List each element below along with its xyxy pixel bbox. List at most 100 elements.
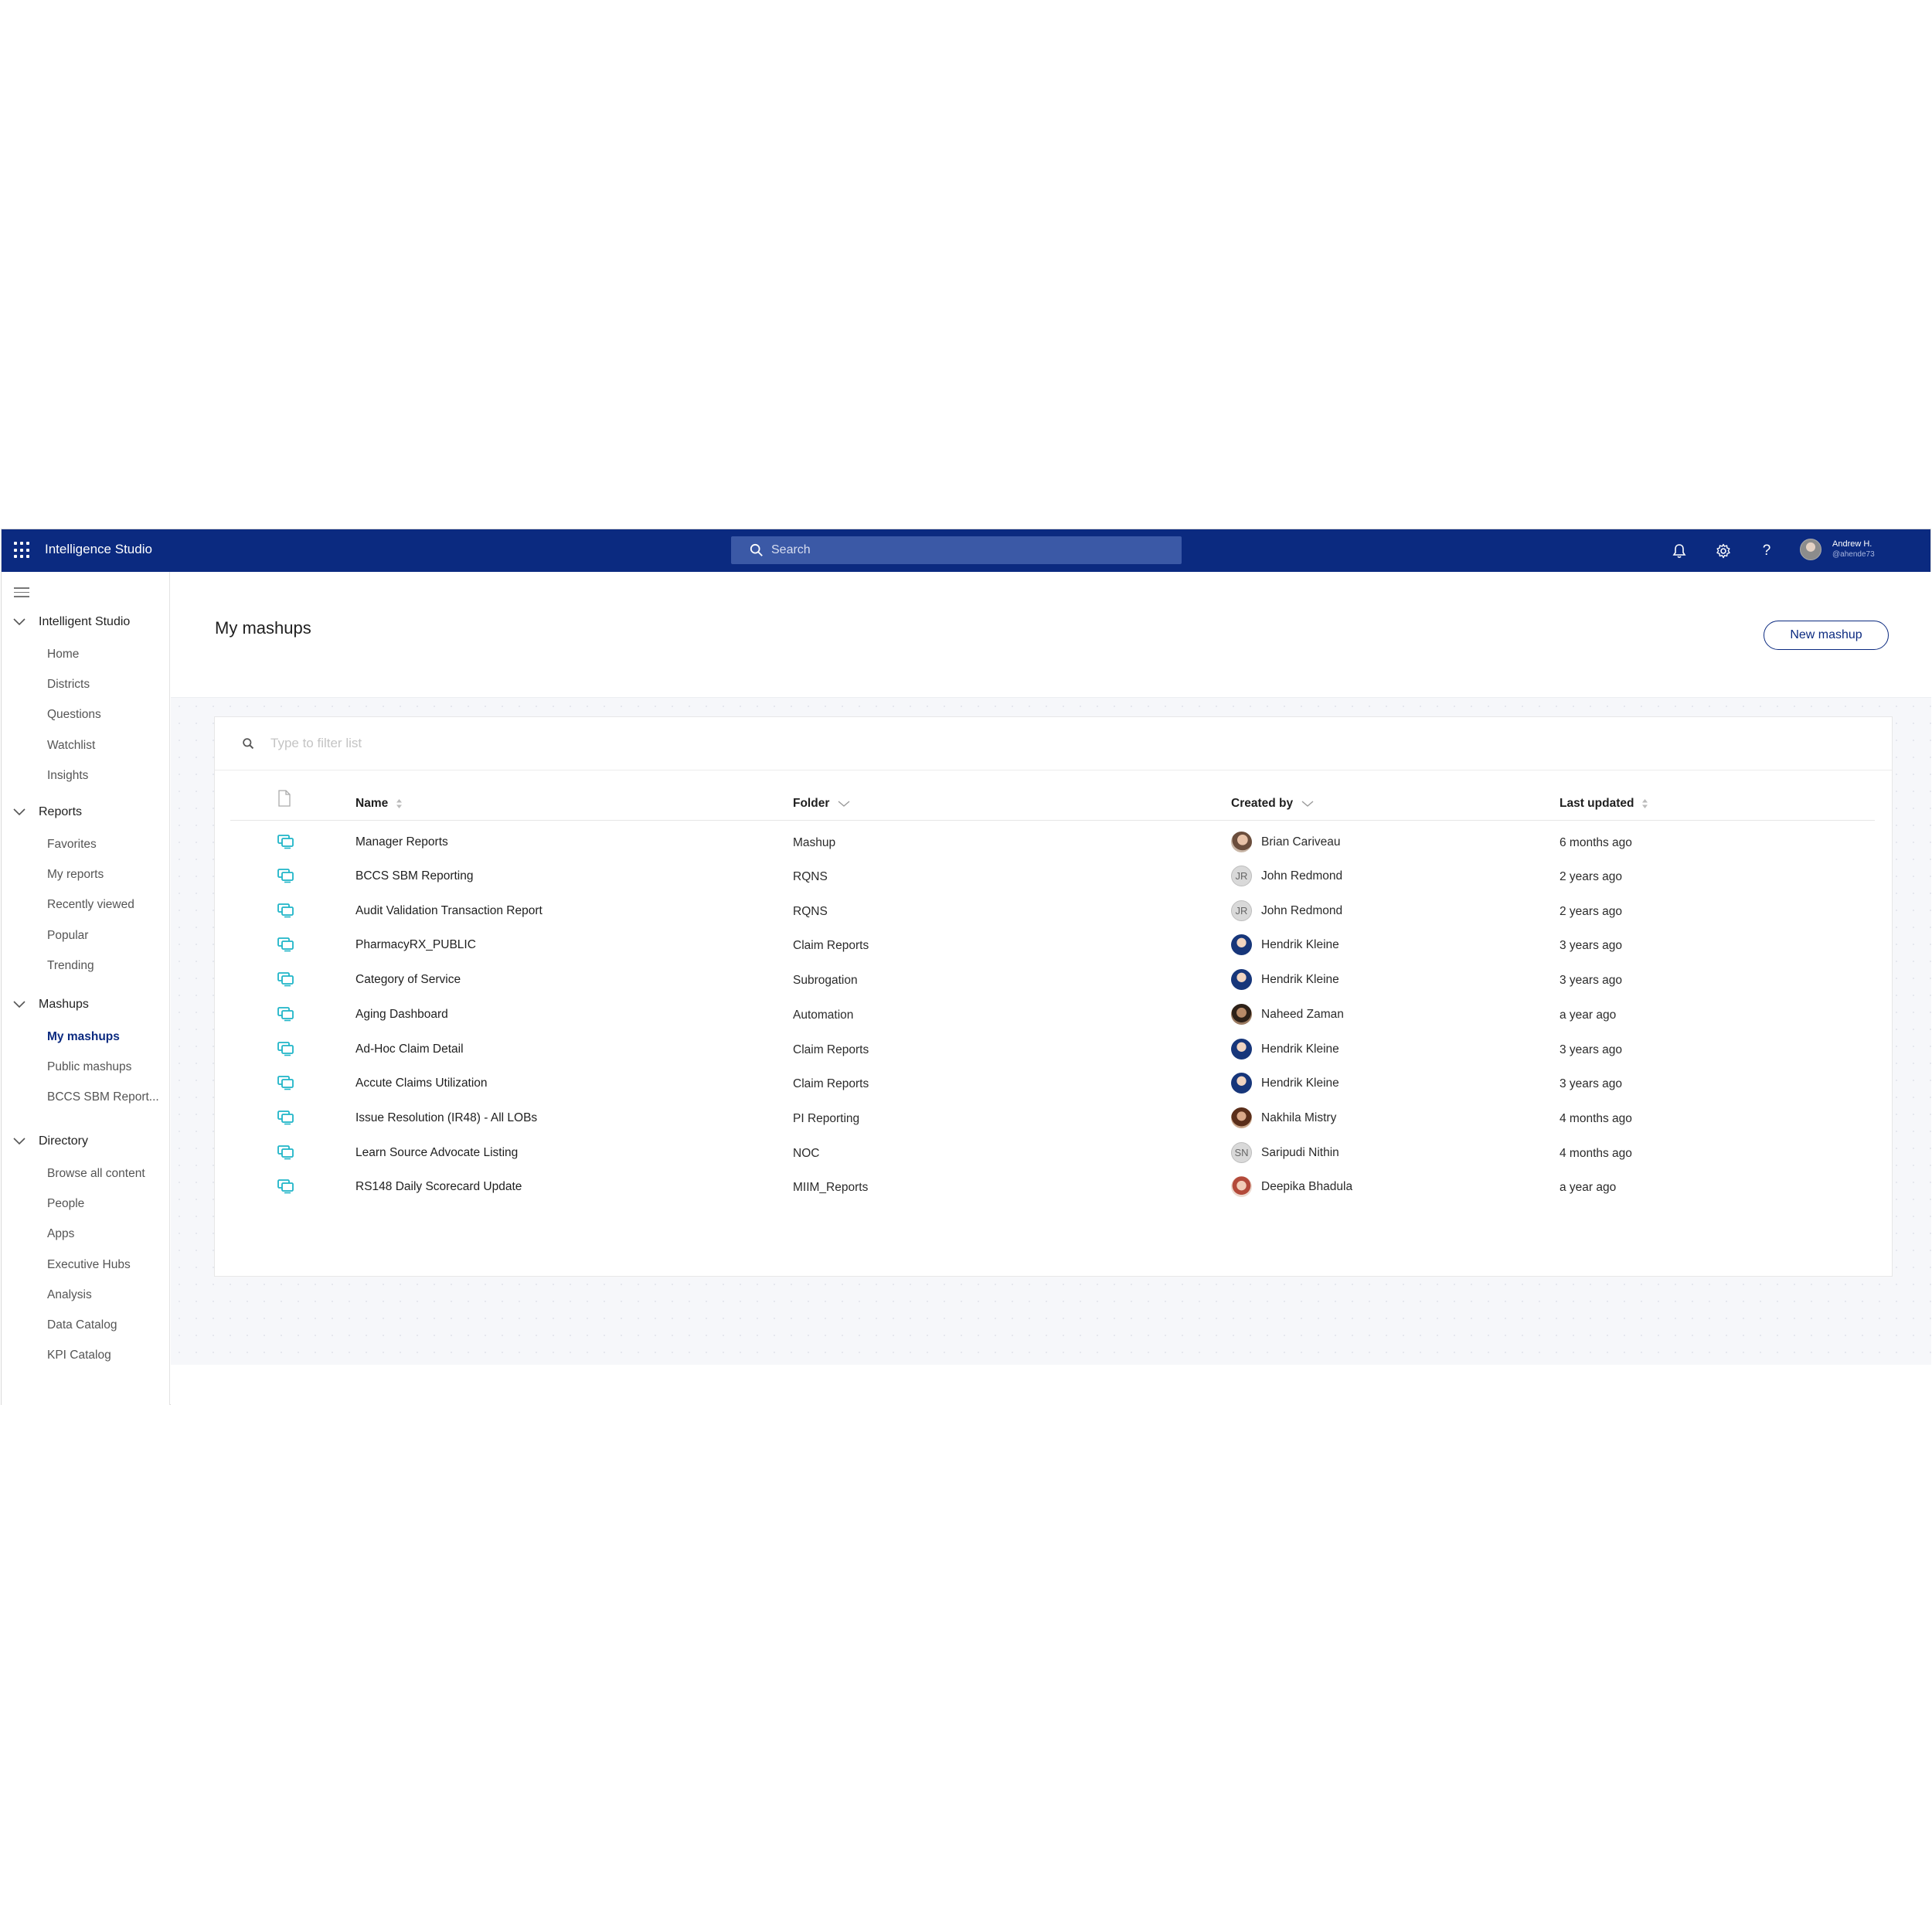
sidebar-item-insights[interactable]: Insights [47,769,88,783]
table-row[interactable]: Aging Dashboard Automation Naheed Zaman a y… [230,998,1875,1032]
table-row[interactable]: RS148 Daily Scorecard Update MIIM_Reports… [230,1170,1875,1204]
filter-input[interactable] [270,736,966,751]
row-name[interactable]: Category of Service [355,973,461,987]
table-row[interactable]: Accute Claims Utilization Claim Reports He… [230,1066,1875,1100]
row-name[interactable]: RS148 Daily Scorecard Update [355,1180,522,1194]
row-folder: Claim Reports [793,1077,869,1090]
creator-name: Hendrik Kleine [1261,1076,1339,1090]
avatar: JR [1231,866,1252,886]
sidebar-item-browse-all-content[interactable]: Browse all content [47,1167,145,1181]
column-header-created-by[interactable]: Created by [1231,797,1315,811]
table-row[interactable]: Ad-Hoc Claim Detail Claim Reports Hendrik … [230,1032,1875,1066]
sidebar-section-reports[interactable]: Reports [12,805,82,819]
row-created-by: Hendrik Kleine [1231,934,1339,955]
avatar [1231,934,1252,955]
sidebar-item-executive-hubs[interactable]: Executive Hubs [47,1258,131,1272]
document-icon [278,790,291,807]
sidebar-item-public-mashups[interactable]: Public mashups [47,1060,131,1074]
column-header-label: Name [355,797,389,810]
mashup-icon [277,835,294,849]
sidebar-item-favorites[interactable]: Favorites [47,838,97,852]
row-name[interactable]: Manager Reports [355,835,448,849]
table-header: Name Folder Created by Last updated [230,788,1875,821]
sidebar-item-people[interactable]: People [47,1197,84,1211]
sort-icon [1642,799,1648,808]
sort-icon [396,799,403,808]
sidebar-item-popular[interactable]: Popular [47,929,88,943]
table-row[interactable]: BCCS SBM Reporting RQNS JR John Redmond 2 ye… [230,859,1875,893]
table-row[interactable]: Category of Service Subrogation Hendrik Kl… [230,963,1875,997]
sidebar-item-analysis[interactable]: Analysis [47,1288,92,1302]
row-created-by: Naheed Zaman [1231,1004,1344,1025]
row-created-by: JR John Redmond [1231,900,1342,921]
sidebar-item-home[interactable]: Home [47,648,79,662]
bell-icon[interactable] [1671,543,1688,560]
sidebar-item-my-mashups[interactable]: My mashups [47,1030,120,1044]
sidebar-item-bccs-sbm-report[interactable]: BCCS SBM Report... [47,1090,159,1104]
row-last-updated: 3 years ago [1560,939,1622,952]
table-row[interactable]: Learn Source Advocate Listing NOC SN Saripu… [230,1136,1875,1170]
avatar [1231,1073,1252,1094]
row-name[interactable]: Aging Dashboard [355,1008,448,1022]
main-content: My mashups New mashup Name Folder [171,572,1931,1405]
table-row[interactable]: Audit Validation Transaction Report RQNS J… [230,894,1875,928]
sidebar-item-kpi-catalog[interactable]: KPI Catalog [47,1349,111,1362]
chevron-down-icon [13,1001,26,1009]
chevron-down-icon [838,801,850,807]
sidebar-item-my-reports[interactable]: My reports [47,868,104,882]
user-menu[interactable]: Andrew H. @ahende73 [1800,539,1875,560]
menu-icon[interactable] [14,587,29,600]
column-header-last-updated[interactable]: Last updated [1560,797,1648,811]
avatar [1231,969,1252,990]
row-name[interactable]: Learn Source Advocate Listing [355,1146,518,1160]
mashup-icon [277,869,294,883]
row-name[interactable]: PharmacyRX_PUBLIC [355,938,476,952]
sidebar-section-label: Directory [39,1134,89,1148]
avatar [1800,539,1821,560]
avatar [1231,1039,1252,1060]
mashup-icon [277,1076,294,1090]
apps-grid-icon[interactable] [14,542,31,559]
row-name[interactable]: BCCS SBM Reporting [355,869,473,883]
sidebar-item-questions[interactable]: Questions [47,708,101,722]
row-last-updated: a year ago [1560,1009,1617,1022]
creator-name: Saripudi Nithin [1261,1145,1339,1159]
table-row[interactable]: Issue Resolution (IR48) - All LOBs PI Rep… [230,1101,1875,1135]
creator-name: Brian Cariveau [1261,835,1341,849]
row-name[interactable]: Issue Resolution (IR48) - All LOBs [355,1111,537,1125]
sidebar-item-watchlist[interactable]: Watchlist [47,739,95,753]
sidebar-item-recently-viewed[interactable]: Recently viewed [47,898,134,912]
sidebar-item-trending[interactable]: Trending [47,959,94,973]
column-header-folder[interactable]: Folder [793,797,851,811]
mashup-icon [277,903,294,918]
table-row[interactable]: Manager Reports Mashup Brian Cariveau 6 mon… [230,825,1875,859]
column-header-name[interactable]: Name [355,797,403,811]
avatar [1231,1107,1252,1128]
sidebar-item-districts[interactable]: Districts [47,678,90,692]
content-canvas: Name Folder Created by Last updated [171,697,1931,1365]
sidebar-item-apps[interactable]: Apps [47,1227,74,1241]
new-mashup-button[interactable]: New mashup [1764,621,1889,650]
row-last-updated: 4 months ago [1560,1112,1632,1125]
gear-icon[interactable] [1715,543,1732,560]
table-row[interactable]: PharmacyRX_PUBLIC Claim Reports Hendrik Kl… [230,928,1875,962]
sidebar-section-directory[interactable]: Directory [12,1134,88,1148]
mashup-icon [277,1145,294,1160]
sidebar-section-intelligent-studio[interactable]: Intelligent Studio [12,615,130,629]
row-last-updated: 6 months ago [1560,836,1632,849]
sidebar-item-data-catalog[interactable]: Data Catalog [47,1318,117,1332]
creator-name: Hendrik Kleine [1261,937,1339,951]
avatar [1231,1176,1252,1197]
sidebar-section-mashups[interactable]: Mashups [12,998,89,1012]
row-last-updated: 2 years ago [1560,870,1622,883]
row-created-by: SN Saripudi Nithin [1231,1142,1339,1163]
row-name[interactable]: Accute Claims Utilization [355,1077,488,1090]
global-search[interactable] [731,536,1182,564]
row-name[interactable]: Audit Validation Transaction Report [355,904,543,918]
row-last-updated: 3 years ago [1560,974,1622,987]
mashup-icon [277,972,294,987]
filter-bar [215,717,1892,770]
help-icon[interactable]: ? [1758,543,1775,560]
row-name[interactable]: Ad-Hoc Claim Detail [355,1043,464,1056]
search-input[interactable] [771,543,1158,557]
